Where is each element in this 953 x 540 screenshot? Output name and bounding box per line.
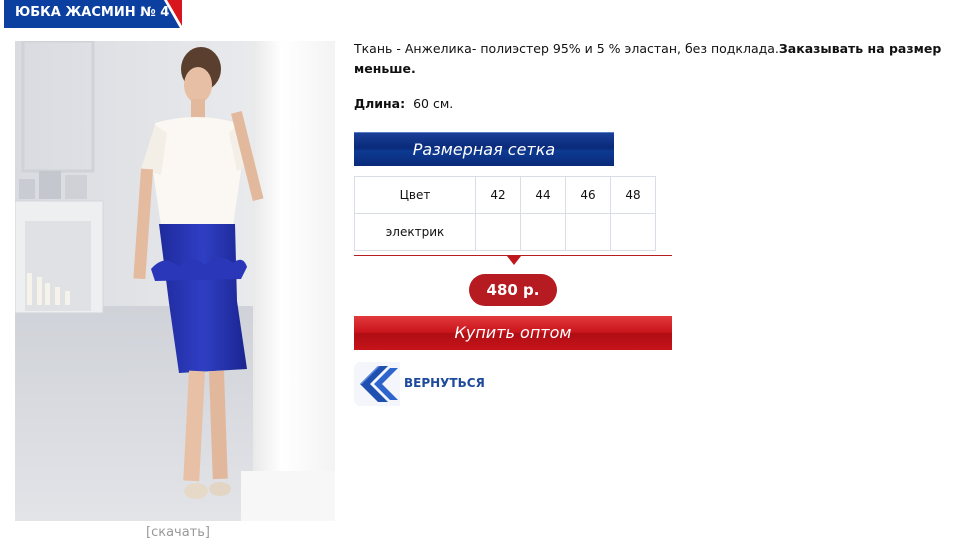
price-badge: 480 р. [469,274,557,306]
quantity-cell-46[interactable] [565,213,611,251]
quantity-cell-42[interactable] [475,213,521,251]
page-title: ЮБКА ЖАСМИН № 4 [15,5,170,20]
buy-wholesale-button[interactable]: Купить оптом [354,316,672,350]
quantity-cell-44[interactable] [520,213,566,251]
size-table-header-cell: 48 [610,176,656,214]
back-label: ВЕРНУТЬСЯ [404,376,485,390]
back-link[interactable]: ВЕРНУТЬСЯ [354,362,494,406]
size-table-header-row: Цвет 42 44 46 48 [354,176,656,214]
product-title-tab: ЮБКА ЖАСМИН № 4 [4,0,182,28]
price-pointer-icon [507,256,521,265]
product-photo[interactable] [15,41,335,521]
size-chart-button[interactable]: Размерная сетка [354,132,614,166]
size-table-header-cell: Цвет [354,176,476,214]
size-table-header-cell: 42 [475,176,521,214]
product-description: Ткань - Анжелика- полиэстер 95% и 5 % эл… [354,39,949,79]
length-label: Длина: [354,96,406,111]
length-value: 60 см. [413,96,454,111]
size-table-header-cell: 46 [565,176,611,214]
color-name-cell: электрик [354,213,476,251]
table-row: электрик [354,213,656,251]
quantity-cell-48[interactable] [610,213,656,251]
description-text: Ткань - Анжелика- полиэстер 95% и 5 % эл… [354,41,779,56]
size-table: Цвет 42 44 46 48 электрик [354,176,656,251]
download-photo-link[interactable]: [скачать] [146,525,210,540]
double-chevron-left-icon [354,362,400,406]
product-length: Длина: 60 см. [354,95,453,113]
size-table-header-cell: 44 [520,176,566,214]
